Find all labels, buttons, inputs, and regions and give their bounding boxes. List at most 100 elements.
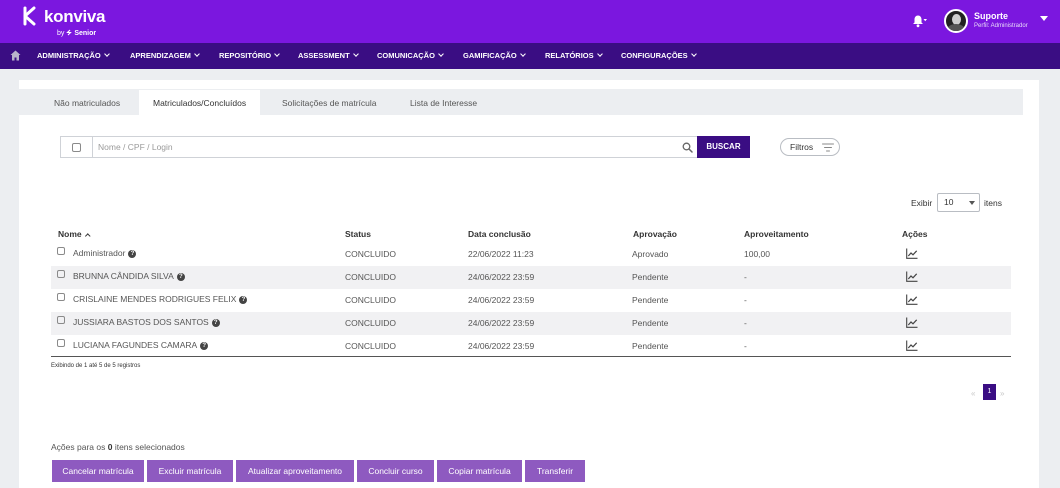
column-header-status: Status <box>345 229 371 239</box>
chevron-down-icon <box>690 51 697 57</box>
student-name: Administrador <box>73 248 126 258</box>
table-row: BRUNNA CÂNDIDA SILVA? CONCLUIDO 24/06/20… <box>51 266 1011 289</box>
update-score-button[interactable]: Atualizar aproveitamento <box>236 460 354 482</box>
nav-item-relatorios[interactable]: RELATÓRIOS <box>545 51 603 60</box>
nav-item-label: ASSESSMENT <box>298 51 350 60</box>
chart-line-icon[interactable] <box>906 271 918 282</box>
select-all-checkbox[interactable] <box>72 143 81 152</box>
records-info: Exibindo de 1 até 5 de 5 registros <box>51 363 141 369</box>
help-circle-icon[interactable]: ? <box>200 342 209 350</box>
tab-solicitacoes-de-matricula[interactable]: Solicitações de matrícula <box>268 90 391 116</box>
nav-item-label: RELATÓRIOS <box>545 51 594 60</box>
user-menu-caret-icon[interactable] <box>1040 16 1048 21</box>
chart-line-icon[interactable] <box>906 294 918 305</box>
cell-data-conclusao: 24/06/2022 23:59 <box>468 341 535 351</box>
brand-name: konviva <box>44 7 106 26</box>
nav-item-aprendizagem[interactable]: APRENDIZAGEM <box>130 51 200 60</box>
nav-item-assessment[interactable]: ASSESSMENT <box>298 51 359 60</box>
search-icon[interactable] <box>682 142 693 153</box>
page-size-suffix: itens <box>984 198 1002 208</box>
chevron-down-icon <box>596 51 603 57</box>
table-bottom-divider <box>51 356 1011 357</box>
tab-lista-de-interesse[interactable]: Lista de Interesse <box>396 90 491 116</box>
brand-company: Senior <box>74 30 97 37</box>
cell-data-conclusao: 24/06/2022 23:59 <box>468 318 535 328</box>
search-bar <box>60 136 698 158</box>
column-header-nome[interactable]: Nome <box>58 229 90 239</box>
user-role: Perfil: Administrador <box>974 23 1028 29</box>
cancel-enrollment-button[interactable]: Cancelar matrícula <box>52 460 144 482</box>
nav-item-label: GAMIFICAÇÃO <box>463 51 517 60</box>
tab-nao-matriculados[interactable]: Não matriculados <box>40 90 134 116</box>
chevron-down-icon <box>519 51 526 57</box>
cell-aprovacao: Pendente <box>632 272 669 282</box>
pagination-prev[interactable]: « <box>971 389 975 398</box>
chart-line-icon[interactable] <box>906 248 918 259</box>
bulk-actions-prefix: Ações para os <box>51 442 106 452</box>
row-checkbox[interactable] <box>57 293 65 301</box>
transfer-button[interactable]: Transferir <box>525 460 585 482</box>
search-button[interactable]: BUSCAR <box>697 136 750 158</box>
nav-item-label: CONFIGURAÇÕES <box>621 51 688 60</box>
table-row: LUCIANA FAGUNDES CAMARA? CONCLUIDO 24/06… <box>51 335 1011 358</box>
cell-status: CONCLUIDO <box>345 295 397 305</box>
row-checkbox[interactable] <box>57 316 65 324</box>
cell-data-conclusao: 24/06/2022 23:59 <box>468 272 535 282</box>
column-header-label: Nome <box>58 229 82 239</box>
delete-enrollment-button[interactable]: Excluir matrícula <box>147 460 233 482</box>
bell-icon[interactable] <box>911 14 927 28</box>
nav-item-label: REPOSITÓRIO <box>219 51 272 60</box>
nav-item-administracao[interactable]: ADMINISTRAÇÃO <box>37 51 110 60</box>
row-checkbox[interactable] <box>57 339 65 347</box>
copy-enrollment-button[interactable]: Copiar matrícula <box>437 460 522 482</box>
tab-matriculados-concluidos[interactable]: Matriculados/Concluídos <box>139 90 261 116</box>
cell-nome: JUSSIARA BASTOS DOS SANTOS? <box>73 317 220 328</box>
user-name[interactable]: Suporte <box>974 11 1008 21</box>
filters-button[interactable]: Filtros <box>780 138 840 156</box>
help-circle-icon[interactable]: ? <box>128 250 137 258</box>
main-nav: ADMINISTRAÇÃO APRENDIZAGEM REPOSITÓRIO A… <box>0 43 1060 69</box>
help-circle-icon[interactable]: ? <box>176 273 185 281</box>
avatar[interactable] <box>944 9 968 33</box>
pagination-page-1[interactable]: 1 <box>983 384 996 400</box>
nav-item-gamificacao[interactable]: GAMIFICAÇÃO <box>463 51 526 60</box>
page-size-label: Exibir <box>911 198 933 208</box>
nav-item-comunicacao[interactable]: COMUNICAÇÃO <box>377 51 444 60</box>
nav-item-repositorio[interactable]: REPOSITÓRIO <box>219 51 280 60</box>
table-row: CRISLAINE MENDES RODRIGUES FELIX? CONCLU… <box>51 289 1011 312</box>
student-name: LUCIANA FAGUNDES CAMARA <box>73 340 198 350</box>
cell-aproveitamento: - <box>744 341 747 351</box>
home-icon[interactable] <box>10 50 21 61</box>
cell-aprovacao: Pendente <box>632 341 669 351</box>
complete-course-button[interactable]: Concluir curso <box>357 460 434 482</box>
help-circle-icon[interactable]: ? <box>239 296 248 304</box>
nav-item-configuracoes[interactable]: CONFIGURAÇÕES <box>621 51 697 60</box>
cell-aproveitamento: - <box>744 272 747 282</box>
brand-by: by <box>57 30 65 37</box>
cell-status: CONCLUIDO <box>345 249 397 259</box>
page-size-value: 10 <box>944 197 954 207</box>
cell-data-conclusao: 22/06/2022 11:23 <box>468 249 534 259</box>
cell-aproveitamento: - <box>744 295 747 305</box>
avatar-shoulders <box>947 24 965 31</box>
nav-item-label: COMUNICAÇÃO <box>377 51 435 60</box>
cell-nome: CRISLAINE MENDES RODRIGUES FELIX? <box>73 294 248 305</box>
row-checkbox[interactable] <box>57 247 65 255</box>
column-header-aprovacao: Aprovação <box>633 229 677 239</box>
senior-logo-icon <box>66 29 73 36</box>
pagination-next[interactable]: » <box>1000 389 1004 398</box>
column-header-aproveitamento: Aproveitamento <box>744 229 809 239</box>
page-size-select[interactable]: 10 <box>937 193 980 212</box>
student-name: BRUNNA CÂNDIDA SILVA <box>73 271 174 281</box>
chart-line-icon[interactable] <box>906 317 918 328</box>
chevron-down-icon <box>352 51 359 57</box>
cell-nome: Administrador? <box>73 248 137 259</box>
help-circle-icon[interactable]: ? <box>211 319 220 327</box>
row-checkbox[interactable] <box>57 270 65 278</box>
search-input[interactable] <box>98 140 658 154</box>
selected-count: 0 <box>107 442 113 452</box>
cell-nome: LUCIANA FAGUNDES CAMARA? <box>73 340 209 351</box>
chart-line-icon[interactable] <box>906 340 918 351</box>
nav-item-label: APRENDIZAGEM <box>130 51 191 60</box>
search-divider <box>92 137 93 157</box>
